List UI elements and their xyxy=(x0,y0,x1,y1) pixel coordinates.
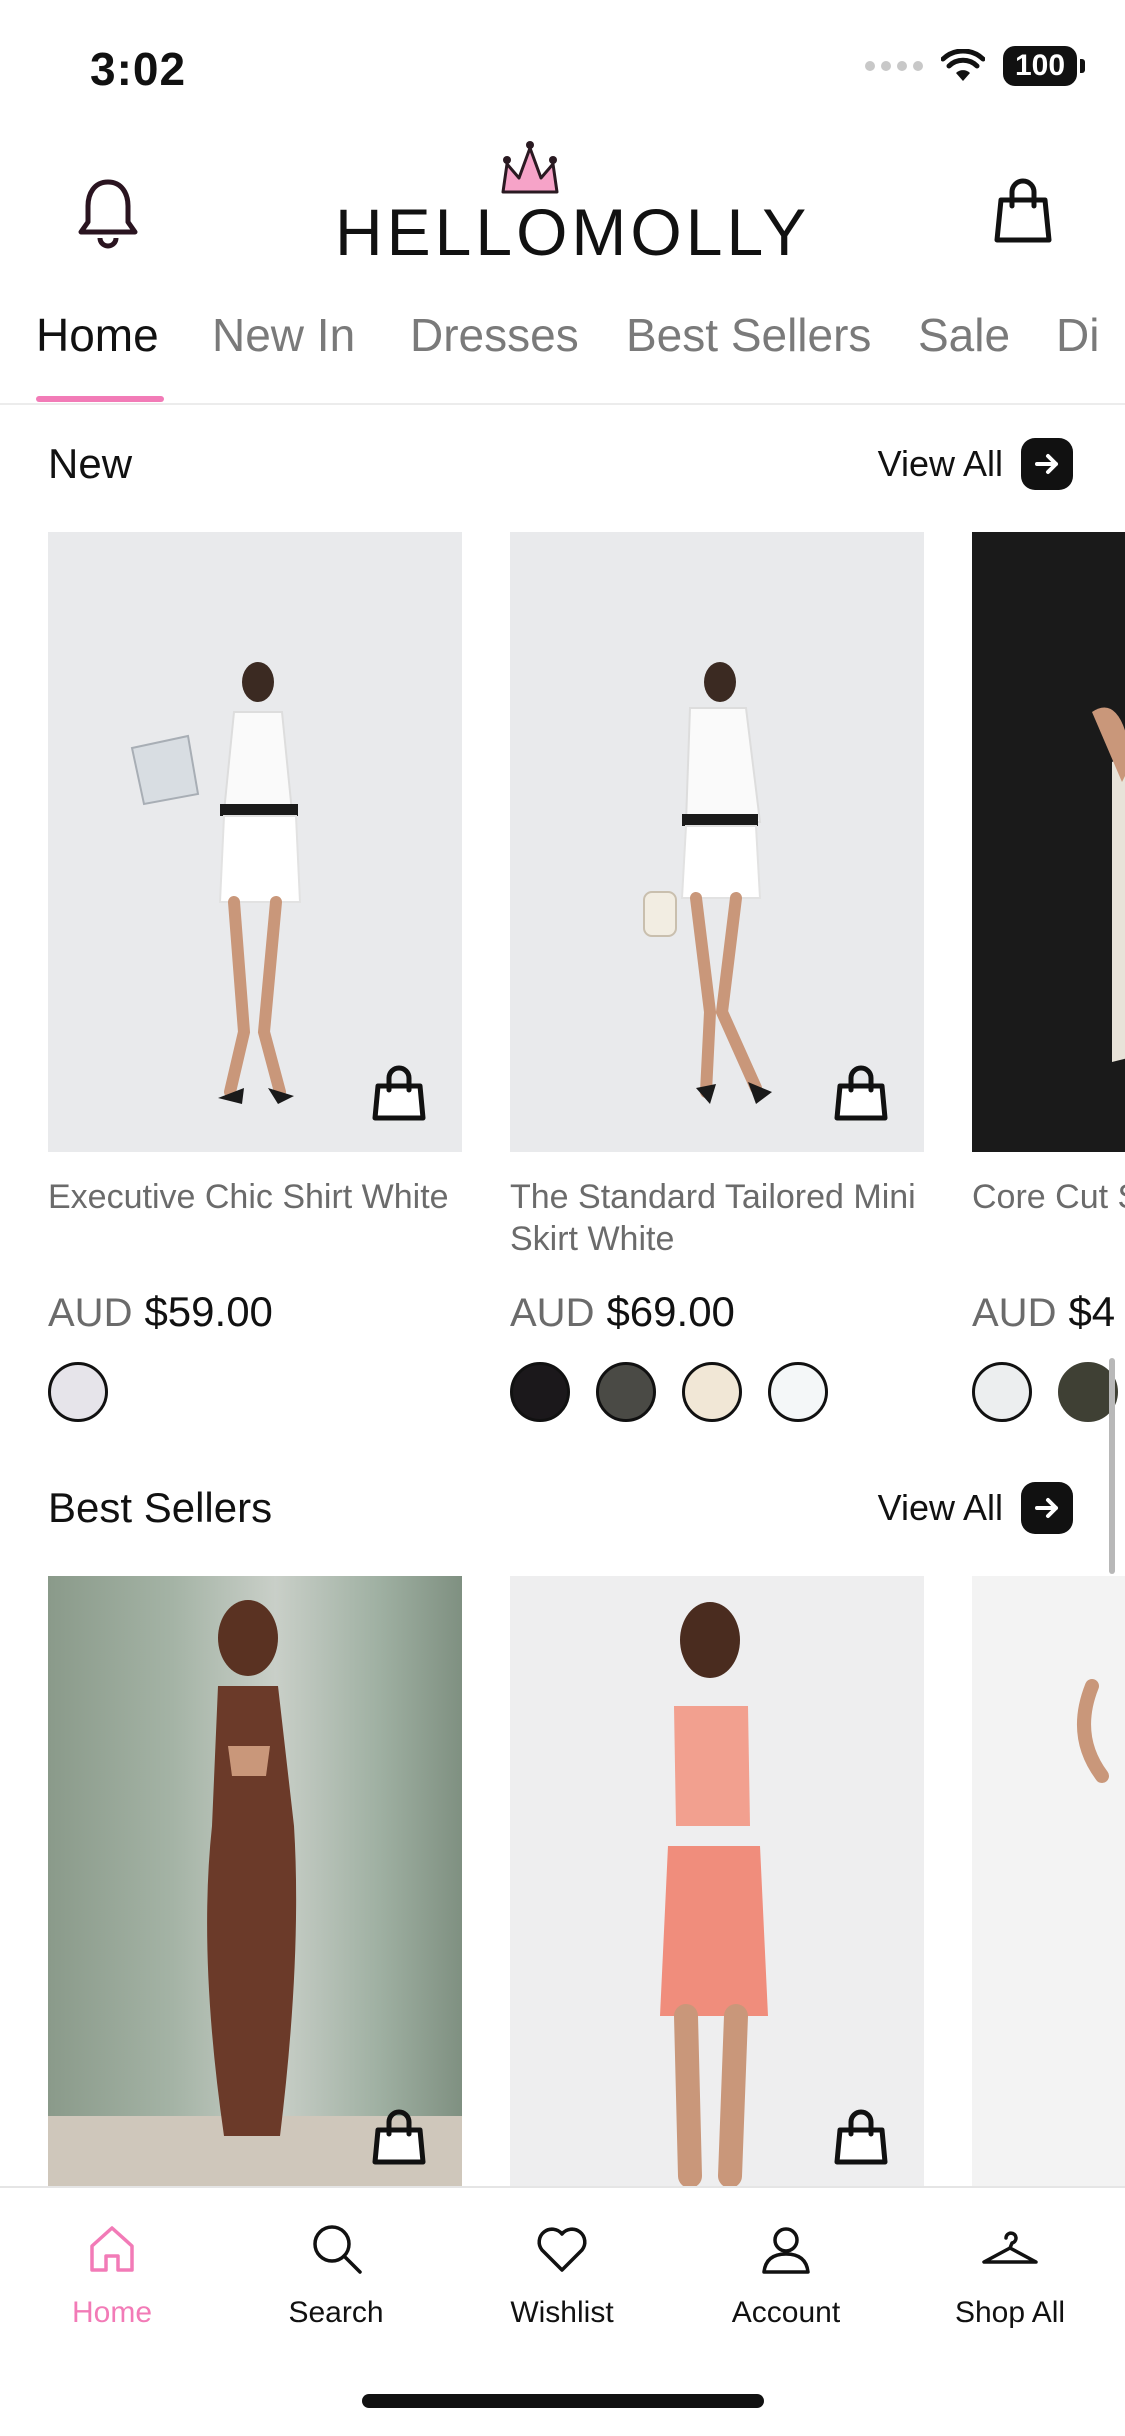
view-all-button[interactable]: View All xyxy=(878,1482,1073,1534)
currency-label: AUD xyxy=(48,1291,133,1335)
bell-icon xyxy=(78,179,138,249)
color-swatches xyxy=(972,1362,1125,1422)
nav-account[interactable]: Account xyxy=(696,2218,876,2330)
view-all-label: View All xyxy=(877,1487,1003,1528)
section-title: Best Sellers xyxy=(48,1484,273,1531)
product-name[interactable]: Executive Chic Shirt White xyxy=(48,1176,462,1260)
notifications-button[interactable] xyxy=(72,172,144,252)
nav-label: Wishlist xyxy=(510,2296,614,2329)
hanger-icon xyxy=(982,2231,1038,2264)
cart-button[interactable] xyxy=(987,170,1059,250)
price-amount: $59.00 xyxy=(144,1288,273,1335)
model-photo xyxy=(1092,707,1125,1062)
product-card[interactable]: The Standard Tailored Mini Skirt White A… xyxy=(510,532,924,1422)
quick-add-bag-icon[interactable] xyxy=(832,1064,890,1122)
heart-icon xyxy=(537,2227,587,2272)
product-card[interactable]: Executive Chic Shirt White AUD $59.00 xyxy=(48,532,462,1422)
tab-dresses[interactable]: Dresses xyxy=(410,308,579,362)
product-price: AUD $59.00 xyxy=(48,1288,462,1336)
user-icon xyxy=(762,2227,810,2274)
product-name[interactable]: The Standard Tailored Mini Skirt White xyxy=(510,1176,924,1260)
view-all-label: View All xyxy=(877,443,1003,484)
currency-label: AUD xyxy=(972,1291,1057,1335)
product-image[interactable] xyxy=(972,1576,1125,2186)
tab-di[interactable]: Di xyxy=(1056,308,1099,362)
arrow-right-icon xyxy=(1021,438,1073,490)
product-image[interactable] xyxy=(48,532,462,1152)
product-image[interactable] xyxy=(510,532,924,1152)
quick-add-bag-icon[interactable] xyxy=(832,2108,890,2166)
quick-add-bag-icon[interactable] xyxy=(370,2108,428,2166)
product-card[interactable] xyxy=(972,1576,1125,2186)
color-swatch[interactable] xyxy=(972,1362,1032,1422)
tab-sale[interactable]: Sale xyxy=(918,308,1010,362)
home-indicator xyxy=(362,2394,764,2408)
price-amount: $69.00 xyxy=(606,1288,735,1335)
home-icon xyxy=(90,2226,134,2272)
nav-shop-all[interactable]: Shop All xyxy=(920,2218,1100,2330)
color-swatch[interactable] xyxy=(596,1362,656,1422)
active-tab-indicator xyxy=(36,396,164,402)
nav-label: Search xyxy=(288,2296,384,2329)
crown-icon xyxy=(501,141,559,194)
nav-wishlist[interactable]: Wishlist xyxy=(472,2218,652,2330)
tab-home[interactable]: Home xyxy=(36,308,159,362)
wifi-icon xyxy=(941,49,985,81)
product-image[interactable] xyxy=(972,532,1125,1152)
section-title: New xyxy=(48,440,133,487)
color-swatch[interactable] xyxy=(48,1362,108,1422)
color-swatches xyxy=(48,1362,462,1422)
model-photo xyxy=(1077,1679,1109,1783)
product-card[interactable] xyxy=(510,1576,924,2186)
status-time: 3:02 xyxy=(90,43,187,95)
view-all-button[interactable]: View All xyxy=(878,438,1073,490)
arrow-right-icon xyxy=(1021,1482,1073,1534)
brand-logo[interactable]: HELLOMOLLY xyxy=(335,140,811,270)
color-swatch[interactable] xyxy=(682,1362,742,1422)
product-image[interactable] xyxy=(510,1576,924,2186)
nav-label: Shop All xyxy=(954,2296,1066,2329)
model-photo xyxy=(660,1602,768,2186)
status-indicators: 100 xyxy=(865,46,1085,86)
nav-search[interactable]: Search xyxy=(246,2218,426,2330)
app-header: HELLOMOLLY xyxy=(0,130,1125,280)
tab-new-in[interactable]: New In xyxy=(212,308,355,362)
model-photo xyxy=(643,662,772,1104)
product-image[interactable] xyxy=(48,1576,462,2186)
shopping-bag-icon xyxy=(994,178,1052,243)
best-sellers-row xyxy=(0,1576,1125,2186)
brand-name: HELLOMOLLY xyxy=(335,195,811,269)
color-swatches xyxy=(510,1362,924,1422)
model-photo xyxy=(130,662,302,1104)
section-header-new: New View All xyxy=(0,430,1125,510)
section-header-best-sellers: Best Sellers View All xyxy=(0,1474,1125,1554)
cellular-signal-icon xyxy=(865,61,923,71)
product-price: AUD $69.00 xyxy=(510,1288,924,1336)
search-icon xyxy=(313,2225,362,2274)
product-card[interactable] xyxy=(48,1576,462,2186)
product-price: AUD $4 xyxy=(972,1288,1125,1336)
category-tabs: Home New In Dresses Best Sellers Sale Di xyxy=(0,290,1125,405)
currency-label: AUD xyxy=(510,1291,595,1335)
battery-icon: 100 xyxy=(1003,46,1085,86)
color-swatch[interactable] xyxy=(510,1362,570,1422)
model-photo xyxy=(48,1600,462,2186)
color-swatch[interactable] xyxy=(768,1362,828,1422)
new-products-row: Executive Chic Shirt White AUD $59.00 Th… xyxy=(0,532,1125,1432)
quick-add-bag-icon[interactable] xyxy=(370,1064,428,1122)
status-bar: 3:02 100 xyxy=(0,0,1125,130)
nav-label: Account xyxy=(731,2296,841,2329)
nav-home[interactable]: Home xyxy=(22,2218,202,2330)
product-name[interactable]: Core Cut Strapless xyxy=(972,1176,1125,1260)
tab-best-sellers[interactable]: Best Sellers xyxy=(626,308,871,362)
product-card[interactable]: Core Cut Strapless AUD $4 xyxy=(972,532,1125,1422)
nav-label: Home xyxy=(71,2296,153,2329)
price-amount: $4 xyxy=(1068,1288,1116,1335)
